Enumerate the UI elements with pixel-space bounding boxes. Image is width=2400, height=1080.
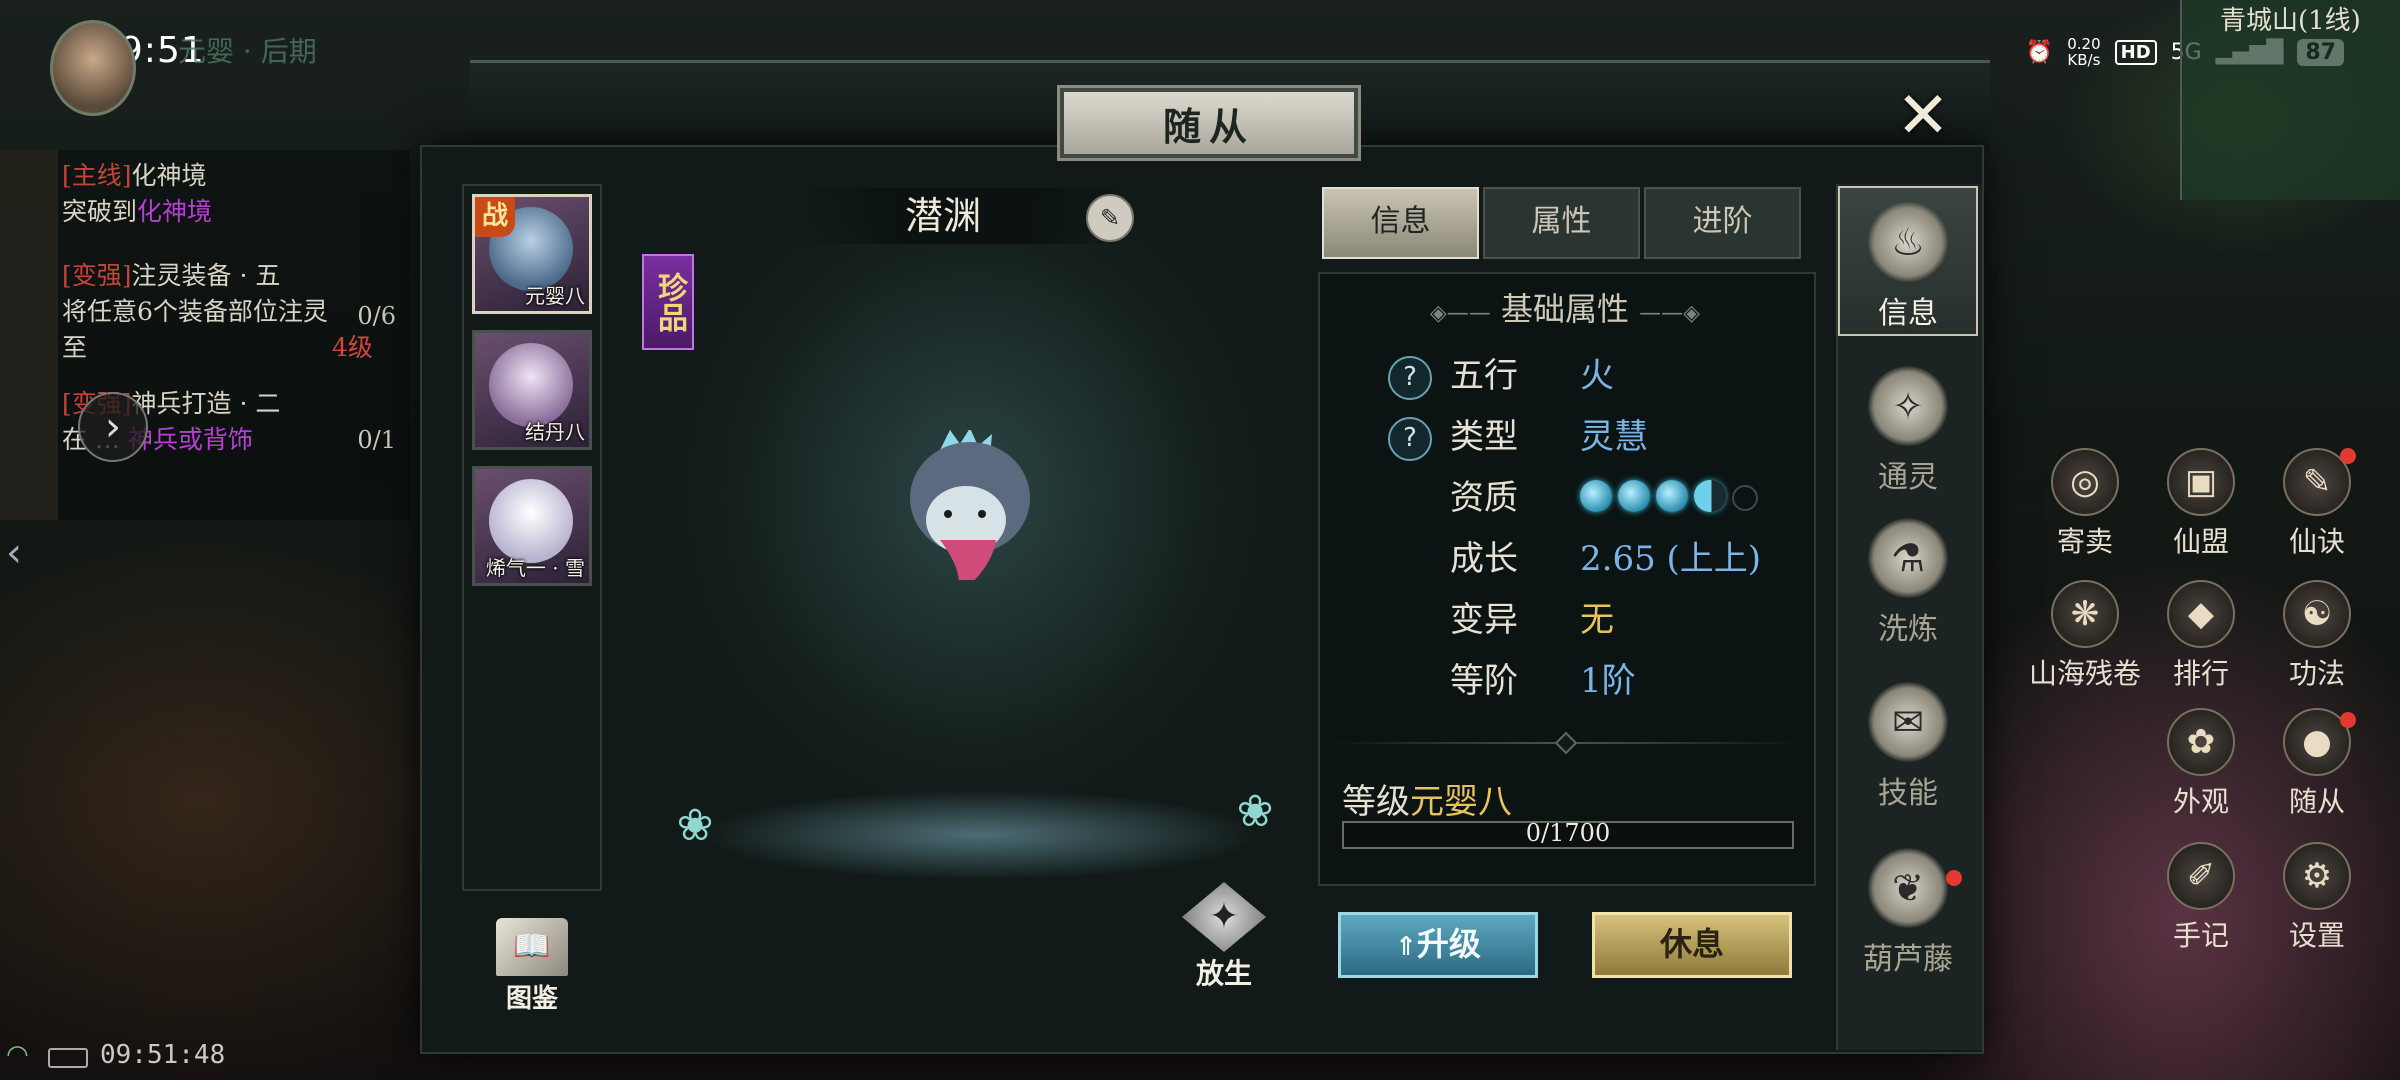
companion-slot-label: 元婴八 — [525, 284, 585, 308]
aptitude-orb-half — [1694, 480, 1726, 512]
scroll-icon: ✉ — [1868, 682, 1948, 762]
close-icon[interactable]: ✕ — [1878, 79, 1968, 153]
tab-info[interactable]: 信息 — [1322, 187, 1479, 259]
minimap-location: 青城山(1线) — [2220, 6, 2361, 36]
companion-slot[interactable]: 烯气一 · 雪 — [472, 466, 592, 586]
exp-text: 0/1700 — [1525, 819, 1611, 847]
nav-info[interactable]: ♨ 信息 — [1838, 186, 1978, 336]
alarm-icon: ⏰ — [2025, 39, 2054, 65]
refine-icon: ⚗ — [1868, 518, 1948, 598]
quest-progress: 0/6 — [357, 302, 396, 330]
hud-ranking[interactable]: ◆ 排行 — [2146, 580, 2256, 692]
quest-item[interactable]: [变强]注灵装备 · 五 将任意6个装备部位注灵至 4级 0/6 — [62, 258, 402, 366]
hud-consign[interactable]: ◎ 寄卖 — [2030, 448, 2140, 560]
hud-appearance[interactable]: ✿ 外观 — [2146, 708, 2256, 820]
attr-row-aptitude: 资质 — [1388, 474, 1808, 522]
companion-model[interactable] — [900, 430, 1040, 580]
dialog-title: 随从 — [1060, 88, 1358, 158]
attr-row-type: ? 类型 灵慧 — [1388, 413, 1808, 461]
appearance-icon: ✿ — [2167, 708, 2235, 776]
ranking-icon: ◆ — [2167, 580, 2235, 648]
spirit-icon: ✧ — [1868, 366, 1948, 446]
net-speed: 0.20 KB/s — [2067, 35, 2101, 69]
hud-skills[interactable]: ☯ 功法 — [2262, 580, 2372, 692]
release-icon: ✦ — [1182, 882, 1266, 952]
hud-settings[interactable]: ⚙ 设置 — [2262, 842, 2372, 954]
gear-icon: ⚙ — [2283, 842, 2351, 910]
pencil-icon[interactable]: ✎ — [1086, 194, 1134, 242]
hud-companion[interactable]: ● 随从 — [2262, 708, 2372, 820]
attr-row-growth: 成长 2.65 (上上) — [1450, 539, 1762, 579]
companion-slot[interactable]: 战 元婴八 — [472, 194, 592, 314]
level-label: 等级元婴八 — [1342, 782, 1512, 822]
handbook-button[interactable]: 📖 图鉴 — [488, 918, 576, 1015]
attr-row-tier: 等阶 1阶 — [1450, 661, 1636, 701]
hud-notes[interactable]: ✐ 手记 — [2146, 842, 2256, 954]
book-icon: 📖 — [496, 918, 568, 976]
nav-spirit[interactable]: ✧ 通灵 — [1838, 352, 1978, 502]
tab-attributes[interactable]: 属性 — [1483, 187, 1640, 259]
player-realm: 元婴 · 后期 — [178, 35, 317, 68]
aptitude-orb-full — [1580, 480, 1612, 512]
nav-refine[interactable]: ⚗ 洗炼 — [1838, 504, 1978, 654]
lotus-icon: ❀ — [1236, 786, 1274, 837]
quest-side-tabs[interactable] — [0, 150, 58, 520]
gourd-icon: ♨ — [1868, 202, 1948, 282]
section-title: ◈—— 基础属性 ——◈ — [1429, 290, 1701, 328]
stage-floor-glow — [700, 790, 1260, 880]
arrow-up-icon: ⇑ — [1395, 932, 1417, 962]
notes-icon: ✐ — [2167, 842, 2235, 910]
battery-icon — [48, 1048, 88, 1068]
hud-technique[interactable]: ✎ 仙诀 — [2262, 448, 2372, 560]
aptitude-orb-full — [1656, 480, 1688, 512]
yin-yang-icon: ☯ — [2283, 580, 2351, 648]
hud-alliance[interactable]: ▣ 仙盟 — [2146, 448, 2256, 560]
map-scroll-icon: ❋ — [2051, 580, 2119, 648]
nav-gourd-vine[interactable]: ❦ 葫芦藤 — [1838, 834, 1978, 984]
attr-row-mutation: 变异 无 — [1450, 600, 1614, 640]
notification-dot — [2340, 448, 2356, 464]
quest-item[interactable]: [主线]化神境 突破到化神境 — [62, 158, 402, 230]
lotus-icon: ❀ — [676, 800, 714, 851]
quest-panel[interactable]: [主线]化神境 突破到化神境 [变强]注灵装备 · 五 将任意6个装备部位注灵至… — [0, 150, 410, 520]
upgrade-button[interactable]: ⇑升级 — [1338, 912, 1538, 978]
companion-portrait — [489, 343, 573, 427]
companion-name: 潜渊 — [904, 194, 981, 238]
nav-skills[interactable]: ✉ 技能 — [1838, 668, 1978, 818]
quest-progress: 0/1 — [357, 426, 396, 454]
companion-portrait — [489, 479, 573, 563]
wifi-icon: ◠ — [6, 1040, 29, 1070]
companion-slot-label: 烯气一 · 雪 — [485, 556, 585, 580]
bottom-clock: 09:51:48 — [100, 1040, 226, 1070]
hud-map-scroll[interactable]: ❋ 山海残卷 — [2010, 580, 2160, 692]
attr-row-element: ? 五行 火 — [1388, 352, 1808, 400]
release-button[interactable]: ✦ 放生 — [1172, 882, 1276, 992]
aptitude-orbs — [1580, 480, 1758, 512]
coin-icon: ◎ — [2051, 448, 2119, 516]
help-icon[interactable]: ? — [1388, 417, 1432, 461]
tab-advance[interactable]: 进阶 — [1644, 187, 1801, 259]
rest-button[interactable]: 休息 — [1592, 912, 1792, 978]
gourd-vine-icon: ❦ — [1868, 848, 1948, 928]
notification-dot — [2340, 712, 2356, 728]
battle-badge: 战 — [475, 197, 515, 237]
player-avatar[interactable] — [50, 20, 136, 116]
help-icon[interactable]: ? — [1388, 356, 1432, 400]
aptitude-orb-full — [1618, 480, 1650, 512]
rarity-badge: 珍品 — [642, 254, 694, 350]
companion-slot-label: 结丹八 — [525, 420, 585, 444]
notification-dot — [1946, 870, 1962, 886]
alliance-icon: ▣ — [2167, 448, 2235, 516]
hd-badge: HD — [2114, 39, 2157, 65]
collapse-arrow-icon[interactable]: ‹ — [6, 530, 50, 586]
companion-slot[interactable]: 结丹八 — [472, 330, 592, 450]
expand-arrow-icon[interactable]: › — [78, 392, 148, 462]
aptitude-orb-empty — [1732, 485, 1758, 511]
